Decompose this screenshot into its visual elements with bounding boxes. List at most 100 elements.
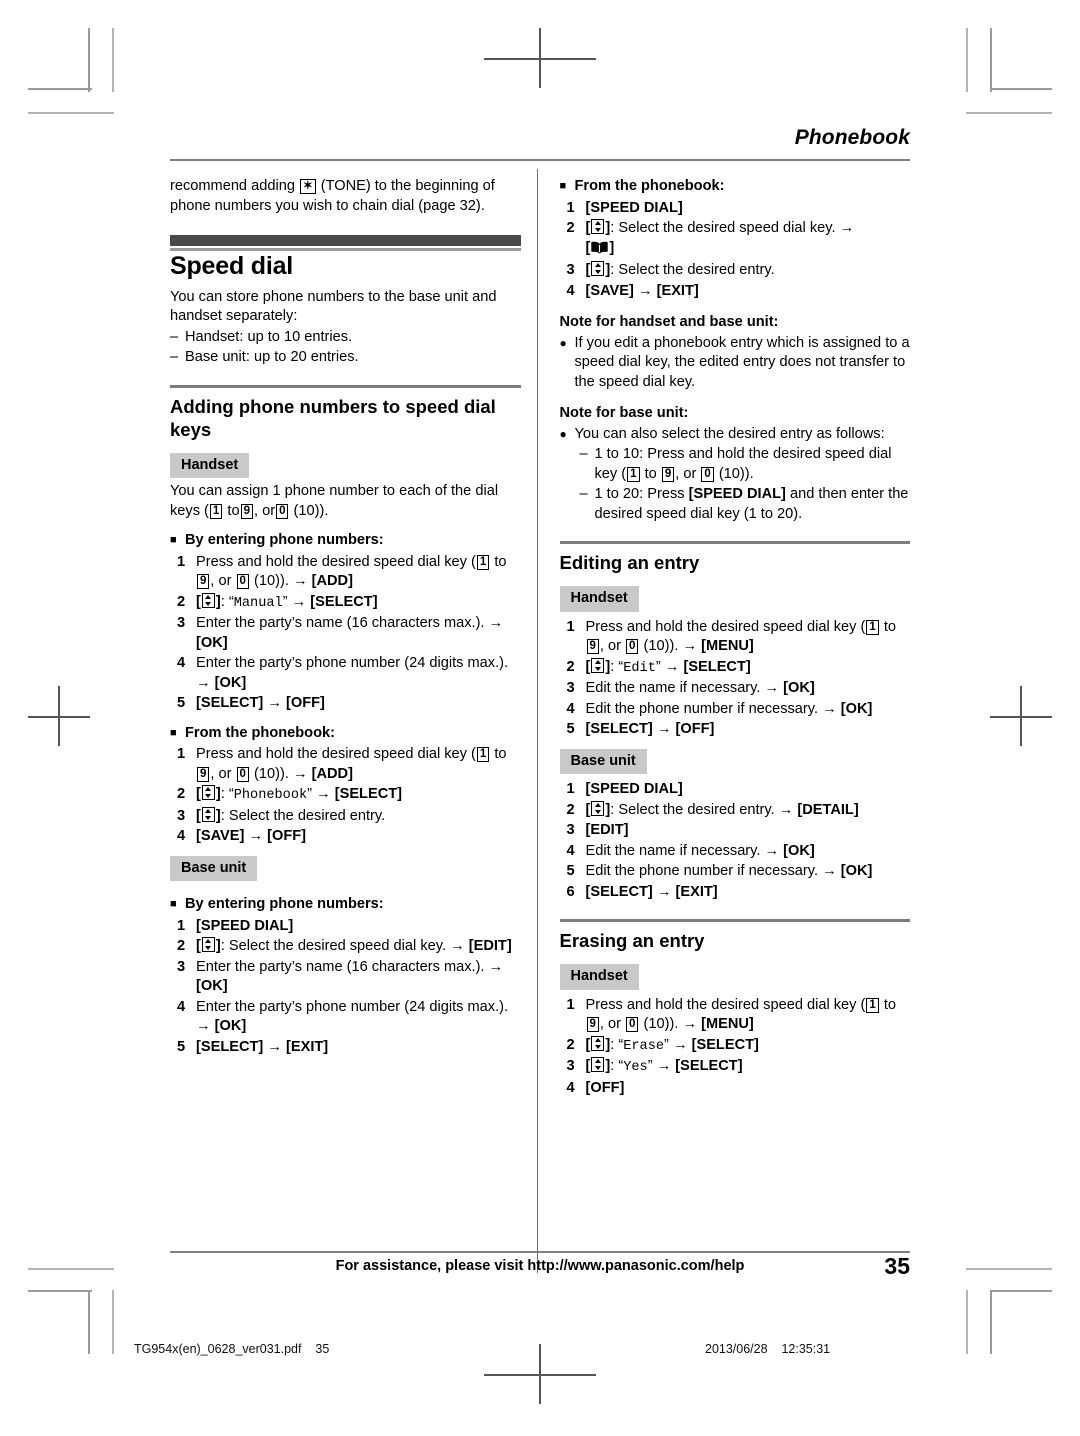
navigator-key-icon — [591, 1057, 605, 1072]
step-text: [SPEED DIAL] — [196, 917, 521, 937]
registration-mark-top-v — [539, 28, 541, 88]
base-from-phonebook-steps: 1 [SPEED DIAL] 2 []: Select the desired … — [560, 199, 911, 302]
square-bullet-icon: ■ — [559, 180, 567, 192]
step-number: 1 — [566, 199, 575, 216]
softkey-detail: [DETAIL] — [797, 801, 859, 818]
softkey-off: [OFF] — [585, 1079, 625, 1096]
note-base-text: You can also select the desired entry as… — [574, 425, 885, 442]
step-item: 2 []: “Edit” → [SELECT] — [560, 657, 911, 679]
phonebook-icon — [591, 241, 609, 261]
editing-handset-steps: 1 Press and hold the desired speed dial … — [560, 618, 911, 740]
display-text: Manual — [233, 595, 283, 611]
arrow-icon: → — [778, 801, 794, 818]
step-text: [SELECT] → [EXIT] — [586, 883, 911, 903]
square-bullet-icon: ■ — [170, 726, 177, 739]
softkey-select: [SELECT] — [196, 1038, 264, 1055]
handset-tag: Handset — [170, 452, 250, 478]
navigator-key-icon — [591, 219, 605, 234]
manual-page: Phonebook recommend adding ✶ (TONE) to t… — [170, 126, 911, 1273]
step-number: 3 — [566, 680, 575, 696]
speed-dial-section-heading: Speed dial — [170, 235, 521, 278]
arrow-icon: → — [196, 674, 211, 691]
step-number: 5 — [566, 721, 575, 737]
step-text: Press and hold the desired speed dial ke… — [585, 618, 897, 654]
softkey-exit: [EXIT] — [286, 1038, 329, 1055]
step-number: 1 — [177, 746, 186, 762]
registration-mark-left-v — [58, 686, 60, 746]
page-header: Phonebook — [170, 126, 910, 164]
arrow-icon: → — [292, 765, 308, 782]
chain-dial-paragraph: recommend adding ✶ (TONE) to the beginni… — [170, 177, 521, 216]
arrow-icon: → — [822, 700, 837, 717]
step-text: []: Select the desired speed dial key. →… — [586, 219, 911, 260]
square-bullet-icon: ■ — [170, 898, 177, 910]
arrow-icon: → — [488, 958, 504, 975]
arrow-icon: → — [764, 842, 780, 859]
step-number: 4 — [566, 282, 575, 299]
square-bullet-icon: ■ — [170, 534, 177, 546]
heading-rule — [170, 384, 521, 388]
base-unit-tag: Base unit — [170, 855, 258, 881]
step-number: 2 — [177, 786, 186, 802]
navigator-key-icon — [591, 657, 605, 673]
dash-bullet-icon: – — [579, 446, 588, 462]
step-item: 3 []: Select the desired entry. — [170, 806, 521, 827]
column-divider — [537, 169, 538, 1273]
handset-assign-text-3: , or — [253, 502, 276, 519]
dial-key-1-icon: 1 — [627, 466, 640, 482]
note-handset-base-text: If you edit a phonebook entry which is a… — [574, 334, 910, 390]
step-text: []: Select the desired speed dial key. →… — [196, 937, 512, 954]
crop-mark-top-left-h — [28, 88, 92, 90]
dial-key-9-icon: 9 — [197, 766, 210, 782]
arrow-icon: → — [267, 1038, 282, 1055]
adding-section-heading: Adding phone numbers to speed dial keys — [170, 384, 521, 441]
from-phonebook-label: From the phonebook: — [185, 724, 335, 741]
arrow-icon: → — [316, 786, 331, 802]
right-from-phonebook-label: From the phonebook: — [574, 178, 725, 194]
capacity-item-handset: – Handset: up to 10 entries. — [170, 328, 521, 348]
note-base-bullet: ● You can also select the desired entry … — [560, 425, 911, 445]
two-column-body: recommend adding ✶ (TONE) to the beginni… — [170, 169, 911, 1273]
crop-mark-bottom-left-v — [88, 1290, 90, 1354]
crop-mark-top-right-h — [990, 88, 1052, 90]
capacity-base-text: Base unit: up to 20 entries. — [185, 349, 359, 365]
arrow-icon: → — [488, 615, 504, 631]
softkey-edit: [EDIT] — [468, 938, 512, 954]
crop-mark-top-right-v — [990, 28, 992, 92]
step-item: 2 []: Select the desired speed dial key.… — [560, 219, 911, 260]
step-item: 5 Edit the phone number if necessary. → … — [560, 862, 911, 882]
step-number: 3 — [177, 958, 186, 975]
dash-bullet-icon: – — [170, 349, 179, 365]
dial-key-0-icon: 0 — [236, 766, 249, 782]
step-item: 3 Enter the party’s name (16 characters … — [170, 958, 521, 997]
softkey-ok: [OK] — [840, 863, 873, 879]
softkey-off: [OFF] — [267, 828, 307, 844]
softkey-ok: [OK] — [214, 1018, 247, 1034]
softkey-select: [SELECT] — [585, 721, 653, 737]
right-column: ■ From the phonebook: 1 [SPEED DIAL] 2 [… — [533, 175, 911, 1098]
display-text: Yes — [623, 1060, 648, 1075]
arrow-icon: → — [291, 593, 307, 610]
capacity-item-base: – Base unit: up to 20 entries. — [170, 348, 521, 368]
step-item: 4 Enter the party’s phone number (24 dig… — [170, 998, 521, 1037]
step-number: 1 — [566, 781, 575, 797]
assistance-text: For assistance, please visit http://www.… — [335, 1258, 745, 1274]
step-item: 4 Enter the party’s phone number (24 dig… — [170, 654, 521, 693]
step-number: 5 — [566, 863, 575, 879]
editing-base-steps: 1 [SPEED DIAL] 2 []: Select the desired … — [560, 780, 911, 902]
registration-mark-bottom-v — [539, 1344, 541, 1404]
navigator-key-icon — [591, 800, 605, 816]
softkey-select: [SELECT] — [585, 883, 653, 900]
step-item: 1 Press and hold the desired speed dial … — [170, 745, 521, 784]
softkey-off: [OFF] — [286, 695, 325, 711]
erasing-section-heading: Erasing an entry — [559, 919, 910, 952]
step-text: Edit the name if necessary. → [OK] — [585, 680, 815, 696]
trim-line-top-left-h — [28, 112, 114, 114]
print-timestamp: 2013/06/28 12:35:31 — [705, 1342, 831, 1356]
softkey-select: [SELECT] — [691, 1036, 759, 1053]
softkey-ok: [OK] — [783, 842, 815, 859]
softkey-save: [SAVE] — [585, 282, 634, 299]
softkey-speed-dial: [SPEED DIAL] — [585, 199, 683, 216]
arrow-icon: → — [764, 680, 780, 696]
softkey-select: [SELECT] — [683, 658, 751, 675]
